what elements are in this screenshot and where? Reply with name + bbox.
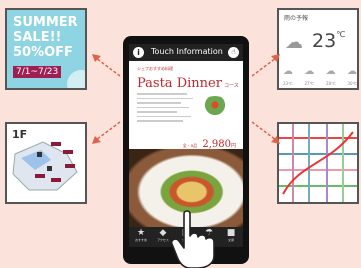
arrow-bottom-left [92, 121, 121, 144]
menu-title-text: Pasta Dinner [137, 76, 222, 91]
train-map-graphic [279, 124, 357, 202]
cloud-icon: ☁ [325, 66, 336, 77]
floor-map-thumbnail: 1F [5, 122, 87, 204]
floor-map-graphic [12, 141, 78, 191]
weather-temp: 23℃ [312, 30, 346, 52]
cloud-icon: ☁ [304, 66, 315, 77]
nav-label: おすすめ [134, 238, 147, 242]
sale-line-3: 50%OFF [13, 45, 73, 60]
menu-subtitle: コース [223, 83, 239, 89]
cloud-icon: ☁ [346, 66, 357, 77]
train-icon: ■ [226, 228, 236, 238]
screen-header: i Touch Information ☝ [129, 44, 243, 61]
map-pin-icon: ◆ [159, 228, 167, 238]
weather-place: 雨の予報 [284, 15, 309, 22]
forecast-row: ☁ ☁ ☁ ☁ [283, 66, 357, 77]
weather-thumbnail: 雨の予報 ☁ 23℃ ☁ ☁ ☁ ☁ 23℃ 27℃ 28℃ 30℃ [277, 8, 359, 90]
arrow-top-right [251, 54, 280, 77]
forecast-temps: 23℃ 27℃ 28℃ 30℃ [283, 81, 357, 86]
arrow-bottom-right [251, 121, 280, 144]
info-icon: i [133, 47, 144, 58]
cloud-icon: ☁ [283, 66, 293, 77]
forecast-temp: 30℃ [347, 81, 357, 86]
touch-icon[interactable]: ☝ [228, 47, 239, 58]
star-icon: ★ [136, 228, 146, 238]
forecast-temp: 23℃ [283, 81, 293, 86]
forecast-temp: 27℃ [304, 81, 315, 86]
arrow-top-left [92, 54, 121, 77]
cloud-icon: ☁ [285, 32, 303, 53]
sale-line-1: SUMMER [13, 15, 78, 30]
nav-recommend[interactable]: ★ おすすめ [130, 228, 152, 246]
sale-decoration [67, 70, 85, 88]
sale-line-2: SALE!! [13, 30, 62, 45]
screen-title: Touch Information [151, 47, 223, 56]
train-map-thumbnail [277, 122, 359, 204]
hand-pointer-icon [170, 210, 215, 268]
forecast-temp: 28℃ [325, 81, 336, 86]
sale-dates: 7/1~7/23 [13, 66, 62, 78]
salad-photo [201, 96, 229, 116]
menu-text-lines [137, 90, 197, 125]
sale-thumbnail: SUMMER SALE!! 50%OFF 7/1~7/23 [5, 8, 87, 90]
menu-title: Pasta Dinner コース [137, 72, 239, 91]
